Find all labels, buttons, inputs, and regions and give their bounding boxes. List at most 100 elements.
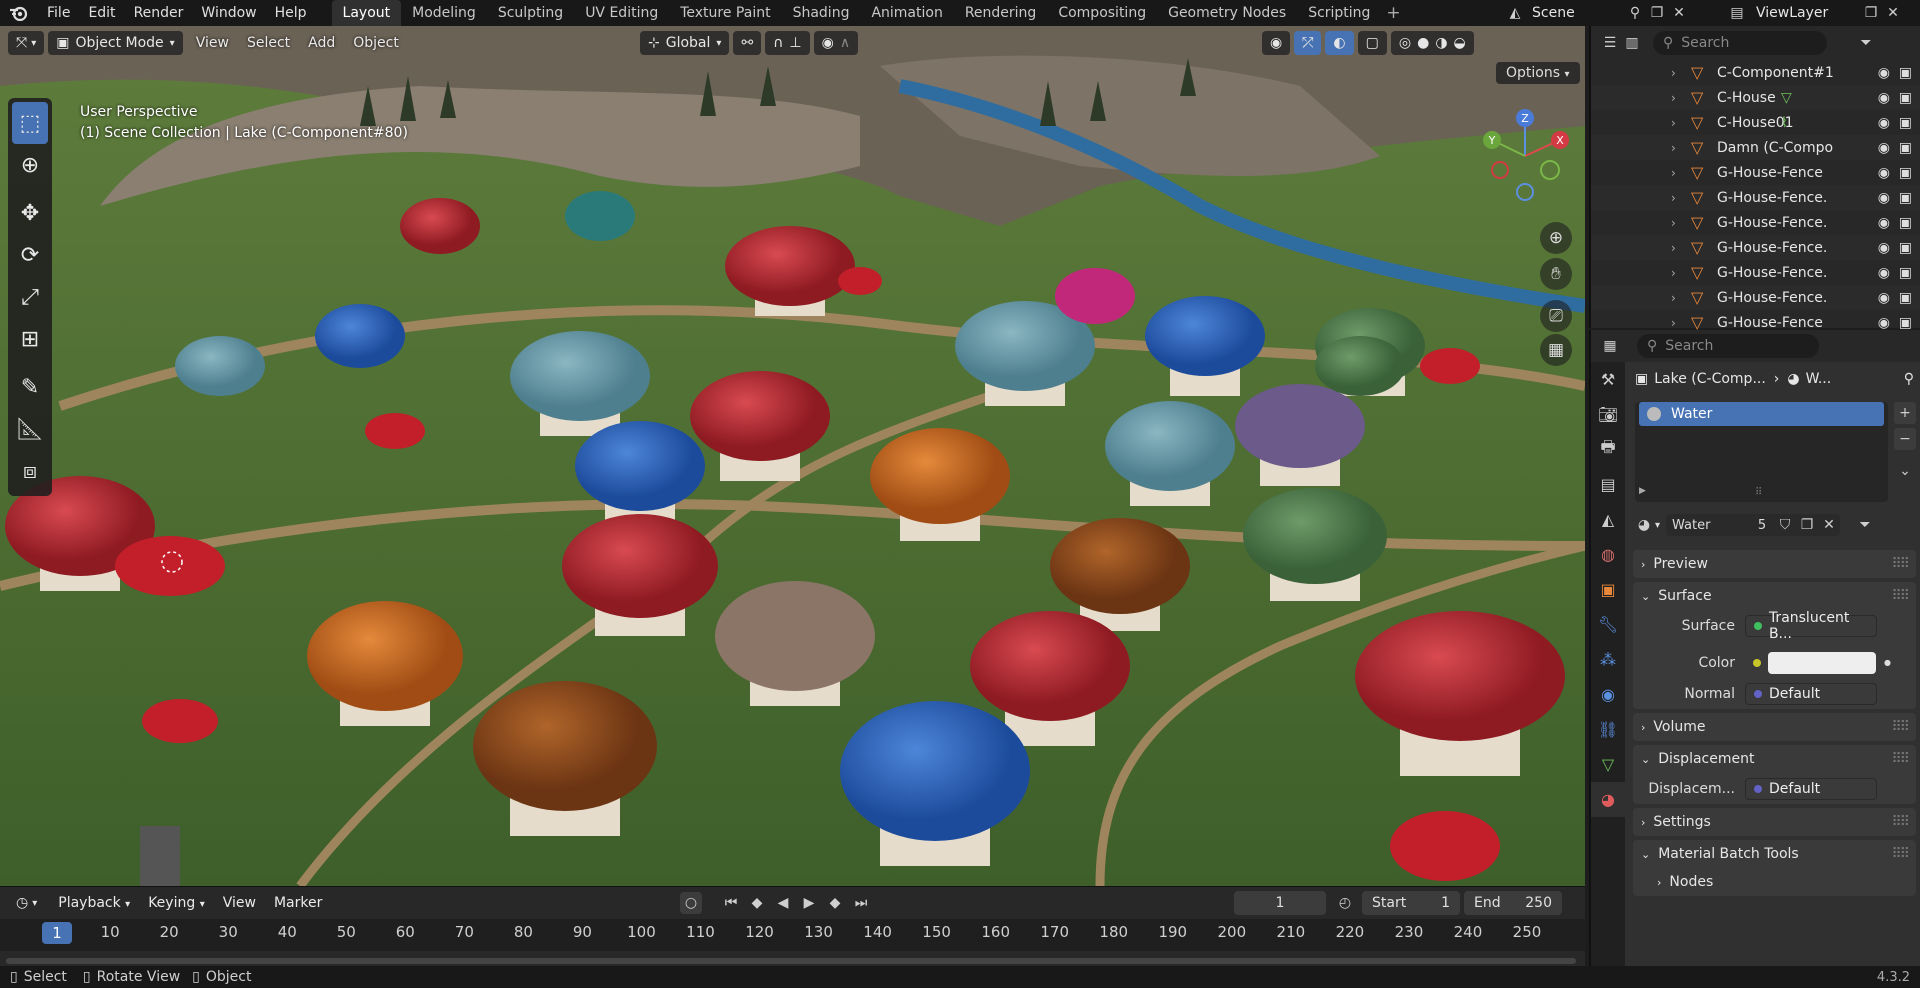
proportional-edit-toggle[interactable]: ◉ ∧: [813, 31, 859, 55]
drag-grip-icon[interactable]: ⠿⠿: [1891, 814, 1909, 830]
color-swatch[interactable]: [1768, 651, 1876, 674]
displacement-field[interactable]: Default: [1745, 777, 1877, 800]
batch-tools-header[interactable]: ⌄ Material Batch Tools ⠿⠿: [1633, 840, 1916, 868]
modifier-tab-icon[interactable]: 🔧︎: [1591, 607, 1625, 642]
duplicate-material-icon[interactable]: ❐: [1796, 514, 1819, 536]
drag-grip-icon[interactable]: ⠿⠿: [1891, 719, 1909, 735]
play-icon[interactable]: ▶: [798, 892, 820, 914]
eye-icon[interactable]: ◉: [1878, 215, 1890, 231]
camera-icon[interactable]: ▣: [1899, 90, 1912, 106]
outliner-row[interactable]: › ▽ G-House-Fence. ◉ ▣: [1591, 235, 1920, 260]
tab-layout[interactable]: Layout: [331, 0, 402, 26]
drag-grip-icon[interactable]: ⠿⠿: [1891, 846, 1909, 862]
annotate-tool-icon[interactable]: ✎: [8, 366, 52, 408]
tab-compositing[interactable]: Compositing: [1047, 0, 1157, 26]
play-reverse-icon[interactable]: ◀: [772, 892, 794, 914]
delete-viewlayer-icon[interactable]: ✕: [1882, 2, 1904, 24]
delete-scene-icon[interactable]: ✕: [1668, 2, 1690, 24]
viewlayer-icon[interactable]: ▤: [1726, 2, 1748, 24]
end-frame-field[interactable]: End 250: [1464, 891, 1562, 915]
scene-icon[interactable]: ◭: [1504, 2, 1526, 24]
outliner-editor-type-icon[interactable]: ☰: [1599, 32, 1621, 54]
outliner-row[interactable]: › ▽ G-House-Fence. ◉ ▣: [1591, 185, 1920, 210]
modifier-icon[interactable]: ⌇: [1781, 115, 1788, 131]
timeline-view-menu[interactable]: View: [214, 895, 265, 911]
outliner-search-input[interactable]: ⚲ Search: [1653, 31, 1827, 55]
eye-icon[interactable]: ◉: [1878, 240, 1890, 256]
output-tab-icon[interactable]: 🖶︎: [1591, 432, 1625, 467]
nodes-subpanel-header[interactable]: › Nodes: [1633, 868, 1916, 896]
eye-icon[interactable]: ◉: [1878, 290, 1890, 306]
zoom-icon[interactable]: ⊕: [1540, 222, 1572, 254]
jump-end-icon[interactable]: ⏭: [850, 892, 872, 914]
camera-icon[interactable]: ▣: [1899, 265, 1912, 281]
new-scene-icon[interactable]: ❐: [1646, 2, 1668, 24]
options-button[interactable]: Options ▾: [1496, 62, 1580, 84]
tab-modeling[interactable]: Modeling: [401, 0, 487, 26]
drag-grip-icon[interactable]: ⠿⠿: [1891, 588, 1909, 604]
normal-field[interactable]: Default: [1745, 682, 1877, 705]
volume-panel-header[interactable]: › Volume ⠿⠿: [1633, 713, 1916, 741]
stopwatch-icon[interactable]: ◴: [1334, 892, 1356, 914]
visibility-dropdown[interactable]: ◉: [1262, 31, 1291, 55]
tab-animation[interactable]: Animation: [860, 0, 953, 26]
xray-toggle[interactable]: ▢: [1357, 31, 1387, 55]
tab-rendering[interactable]: Rendering: [954, 0, 1048, 26]
outliner-row[interactable]: › ▽ C-House ▽ ◉ ▣: [1591, 85, 1920, 110]
expand-chevron-icon[interactable]: ›: [1671, 241, 1687, 255]
move-tool-icon[interactable]: ✥: [8, 192, 52, 234]
marker-menu[interactable]: Marker: [265, 895, 331, 911]
editor-type-button[interactable]: ⤧ ▾: [8, 31, 45, 55]
object-tab-icon[interactable]: ▣: [1591, 572, 1625, 607]
node-filter-icon[interactable]: ⏷: [1854, 514, 1876, 536]
start-frame-field[interactable]: Start 1: [1362, 891, 1460, 915]
3d-viewport[interactable]: ⤧ ▾ ▣ Object Mode ▾ View Select Add Object …: [0, 26, 1585, 886]
slot-specials-icon[interactable]: ⌄: [1894, 460, 1916, 482]
playback-menu[interactable]: Playback ▾: [49, 895, 139, 911]
material-name-field[interactable]: Water: [1666, 514, 1751, 536]
blender-logo-icon[interactable]: [0, 0, 38, 26]
keyframe-dot-icon[interactable]: ●: [1884, 658, 1891, 667]
menu-render[interactable]: Render: [125, 0, 193, 26]
overlay-toggle[interactable]: ◐: [1325, 31, 1354, 55]
navigation-gizmo-icon[interactable]: Z X Y: [1480, 106, 1570, 206]
eye-icon[interactable]: ◉: [1878, 165, 1890, 181]
shading-modes[interactable]: ◎ ● ◑ ◒: [1390, 31, 1474, 55]
expand-chevron-icon[interactable]: ›: [1671, 191, 1687, 205]
camera-icon[interactable]: ▣: [1899, 65, 1912, 81]
menu-file[interactable]: File: [38, 0, 79, 26]
add-slot-button[interactable]: +: [1894, 402, 1916, 424]
scale-tool-icon[interactable]: ⤢: [8, 276, 52, 318]
pivot-dropdown[interactable]: ⚯: [733, 31, 762, 55]
fake-user-shield-icon[interactable]: ⛉: [1774, 514, 1797, 536]
browse-material-icon[interactable]: ◕: [1633, 514, 1655, 536]
pan-hand-icon[interactable]: ✋︎: [1540, 258, 1572, 290]
select-box-tool-icon[interactable]: ⬚: [12, 102, 48, 144]
pin-icon[interactable]: ⚲: [1624, 2, 1646, 24]
new-viewlayer-icon[interactable]: ❐: [1860, 2, 1882, 24]
world-tab-icon[interactable]: ◍: [1591, 537, 1625, 572]
settings-panel[interactable]: › Settings ⠿⠿: [1633, 808, 1916, 836]
resize-grip-icon[interactable]: ⠿: [1755, 487, 1762, 498]
display-mode-icon[interactable]: ▥: [1621, 32, 1643, 54]
tab-uv-editing[interactable]: UV Editing: [574, 0, 669, 26]
eye-icon[interactable]: ◉: [1878, 315, 1890, 331]
constraints-tab-icon[interactable]: ⛓︎: [1591, 712, 1625, 747]
outliner-row[interactable]: › ▽ C-House01 ⌇ ◉ ▣: [1591, 110, 1920, 135]
timeline-scrollbar[interactable]: [6, 958, 1576, 964]
mesh-data-icon[interactable]: ▽: [1781, 90, 1792, 106]
viewlayer-name[interactable]: ViewLayer: [1756, 5, 1860, 21]
camera-icon[interactable]: ▣: [1899, 215, 1912, 231]
tab-shading[interactable]: Shading: [782, 0, 861, 26]
mode-dropdown[interactable]: ▣ Object Mode ▾: [48, 31, 183, 55]
camera-icon[interactable]: ▣: [1899, 115, 1912, 131]
tab-texture-paint[interactable]: Texture Paint: [669, 0, 781, 26]
volume-panel[interactable]: › Volume ⠿⠿: [1633, 713, 1916, 741]
tab-geometry-nodes[interactable]: Geometry Nodes: [1157, 0, 1297, 26]
expand-chevron-icon[interactable]: ›: [1671, 116, 1687, 130]
properties-search-input[interactable]: ⚲ Search: [1637, 334, 1819, 358]
expand-chevron-icon[interactable]: ›: [1671, 291, 1687, 305]
outliner-row[interactable]: › ▽ G-House-Fence ◉ ▣: [1591, 160, 1920, 185]
eye-icon[interactable]: ◉: [1878, 140, 1890, 156]
viewport-menu-add[interactable]: Add: [299, 35, 344, 51]
